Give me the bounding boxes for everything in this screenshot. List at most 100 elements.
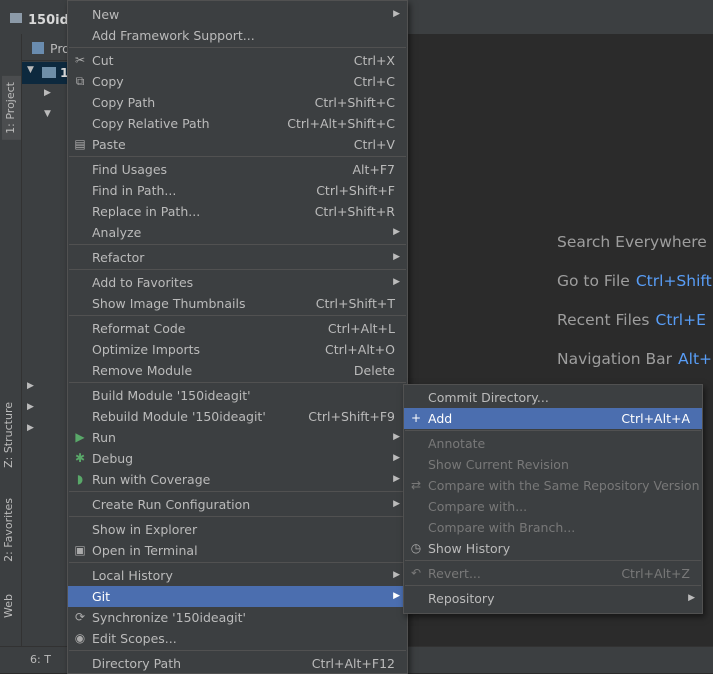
module-folder-icon xyxy=(42,67,56,78)
menu-item-synchronize[interactable]: ⟳ Synchronize '150ideagit' xyxy=(68,607,407,628)
menu-item-find-in-path[interactable]: Find in Path... Ctrl+Shift+F xyxy=(68,180,407,201)
menu-item-run-with-coverage[interactable]: ◗ Run with Coverage ▶ xyxy=(68,469,407,490)
git-item-show-history[interactable]: ◷ Show History xyxy=(404,538,702,559)
submenu-arrow-icon: ▶ xyxy=(393,252,400,262)
tab-project[interactable]: 1: Project xyxy=(2,76,21,140)
menu-item-copy-path[interactable]: Copy Path Ctrl+Shift+C xyxy=(68,92,407,113)
tree-arrow-icon[interactable]: ▶ xyxy=(27,423,34,433)
menu-item-show-image-thumbnails[interactable]: Show Image Thumbnails Ctrl+Shift+T xyxy=(68,293,407,314)
menu-item-optimize-imports[interactable]: Optimize Imports Ctrl+Alt+O xyxy=(68,339,407,360)
left-tool-strip: 1: Project Z: Structure 2: Favorites Web xyxy=(0,34,22,646)
git-submenu: Commit Directory... + Add Ctrl+Alt+A Annot… xyxy=(403,384,703,614)
menu-separator xyxy=(69,156,406,157)
git-item-annotate[interactable]: Annotate xyxy=(404,433,702,454)
menu-separator xyxy=(405,560,701,561)
tree-arrow-icon[interactable]: ▶ xyxy=(27,402,34,412)
menu-item-paste[interactable]: ▤ Paste Ctrl+V xyxy=(68,134,407,155)
expand-arrow-icon[interactable]: ▼ xyxy=(27,65,34,75)
submenu-arrow-icon: ▶ xyxy=(393,227,400,237)
menu-item-refactor[interactable]: Refactor ▶ xyxy=(68,247,407,268)
tab-web[interactable]: Web xyxy=(2,594,15,618)
project-panel xyxy=(22,34,70,646)
menu-item-show-in-explorer[interactable]: Show in Explorer xyxy=(68,519,407,540)
menu-item-copy[interactable]: ⧉ Copy Ctrl+C xyxy=(68,71,407,92)
menu-item-add-framework-support[interactable]: Add Framework Support... xyxy=(68,25,407,46)
project-context-menu: New ▶ Add Framework Support... ✂ Cut Ctrl+X… xyxy=(67,0,408,674)
menu-separator xyxy=(69,516,406,517)
menu-item-remove-module[interactable]: Remove Module Delete xyxy=(68,360,407,381)
menu-item-create-run-configuration[interactable]: Create Run Configuration ▶ xyxy=(68,494,407,515)
menu-item-replace-in-path[interactable]: Replace in Path... Ctrl+Shift+R xyxy=(68,201,407,222)
debug-icon: ✱ xyxy=(74,451,86,465)
submenu-arrow-icon: ▶ xyxy=(393,9,400,19)
project-root-row[interactable]: ▼ 1 xyxy=(22,62,70,84)
menu-separator xyxy=(69,47,406,48)
git-item-commit-directory[interactable]: Commit Directory... xyxy=(404,387,702,408)
submenu-arrow-icon: ▶ xyxy=(393,570,400,580)
git-item-add[interactable]: + Add Ctrl+Alt+A xyxy=(404,408,702,429)
tree-arrow-icon[interactable]: ▶ xyxy=(27,381,34,391)
submenu-arrow-icon: ▶ xyxy=(393,499,400,509)
menu-item-copy-relative-path[interactable]: Copy Relative Path Ctrl+Alt+Shift+C xyxy=(68,113,407,134)
sync-icon: ⟳ xyxy=(74,610,86,624)
menu-item-add-to-favorites[interactable]: Add to Favorites ▶ xyxy=(68,272,407,293)
tab-favorites[interactable]: 2: Favorites xyxy=(2,498,15,562)
tree-arrow-icon[interactable]: ▶ xyxy=(44,88,51,98)
git-item-compare-with-branch[interactable]: Compare with Branch... xyxy=(404,517,702,538)
project-panel-header: Pro xyxy=(22,38,70,61)
menu-item-edit-scopes[interactable]: ◉ Edit Scopes... xyxy=(68,628,407,649)
submenu-arrow-icon: ▶ xyxy=(393,474,400,484)
submenu-arrow-icon: ▶ xyxy=(393,277,400,287)
tab-terminal[interactable]: 6: T xyxy=(30,653,51,666)
menu-item-run[interactable]: ▶ Run ▶ xyxy=(68,427,407,448)
hint-go-to-file: Go to File Ctrl+Shift xyxy=(557,272,712,290)
hint-recent-files: Recent Files Ctrl+E xyxy=(557,311,706,329)
menu-item-build-module[interactable]: Build Module '150ideagit' xyxy=(68,385,407,406)
menu-separator xyxy=(69,382,406,383)
menu-item-git[interactable]: Git ▶ xyxy=(68,586,407,607)
menu-separator xyxy=(405,585,701,586)
plus-icon: + xyxy=(410,411,422,425)
copy-icon: ⧉ xyxy=(75,74,85,88)
menu-item-analyze[interactable]: Analyze ▶ xyxy=(68,222,407,243)
hint-navigation-bar: Navigation Bar Alt+ xyxy=(557,350,713,368)
menu-item-local-history[interactable]: Local History ▶ xyxy=(68,565,407,586)
tree-arrow-icon[interactable]: ▼ xyxy=(44,109,51,119)
scissors-icon: ✂ xyxy=(74,53,86,67)
menu-item-directory-path[interactable]: Directory Path Ctrl+Alt+F12 xyxy=(68,653,407,674)
menu-separator xyxy=(405,430,701,431)
menu-item-find-usages[interactable]: Find Usages Alt+F7 xyxy=(68,159,407,180)
menu-separator xyxy=(69,315,406,316)
menu-item-rebuild-module[interactable]: Rebuild Module '150ideagit' Ctrl+Shift+F9 xyxy=(68,406,407,427)
submenu-arrow-icon: ▶ xyxy=(688,593,695,603)
menu-item-reformat-code[interactable]: Reformat Code Ctrl+Alt+L xyxy=(68,318,407,339)
submenu-arrow-icon: ▶ xyxy=(393,591,400,601)
git-item-revert[interactable]: ↶ Revert... Ctrl+Alt+Z xyxy=(404,563,702,584)
menu-separator xyxy=(69,562,406,563)
menu-item-open-in-terminal[interactable]: ▣ Open in Terminal xyxy=(68,540,407,561)
tab-structure[interactable]: Z: Structure xyxy=(2,402,15,468)
submenu-arrow-icon: ▶ xyxy=(393,432,400,442)
folder-icon xyxy=(10,13,22,23)
git-item-repository[interactable]: Repository ▶ xyxy=(404,588,702,609)
run-icon: ▶ xyxy=(75,430,85,444)
hint-search-everywhere: Search Everywhere xyxy=(557,233,707,251)
git-item-compare-same-repository-version[interactable]: ⇄ Compare with the Same Repository Versio… xyxy=(404,475,702,496)
terminal-icon: ▣ xyxy=(74,543,86,557)
menu-item-debug[interactable]: ✱ Debug ▶ xyxy=(68,448,407,469)
git-item-compare-with[interactable]: Compare with... xyxy=(404,496,702,517)
git-item-show-current-revision[interactable]: Show Current Revision xyxy=(404,454,702,475)
scope-icon: ◉ xyxy=(74,631,86,645)
menu-item-new[interactable]: New ▶ xyxy=(68,4,407,25)
project-view-icon xyxy=(32,42,44,54)
compare-icon: ⇄ xyxy=(410,478,422,492)
menu-separator xyxy=(69,244,406,245)
menu-separator xyxy=(69,650,406,651)
coverage-icon: ◗ xyxy=(76,472,84,486)
paste-icon: ▤ xyxy=(74,137,86,151)
menu-item-cut[interactable]: ✂ Cut Ctrl+X xyxy=(68,50,407,71)
menu-separator xyxy=(69,491,406,492)
revert-icon: ↶ xyxy=(410,566,422,580)
menu-separator xyxy=(69,269,406,270)
submenu-arrow-icon: ▶ xyxy=(393,453,400,463)
